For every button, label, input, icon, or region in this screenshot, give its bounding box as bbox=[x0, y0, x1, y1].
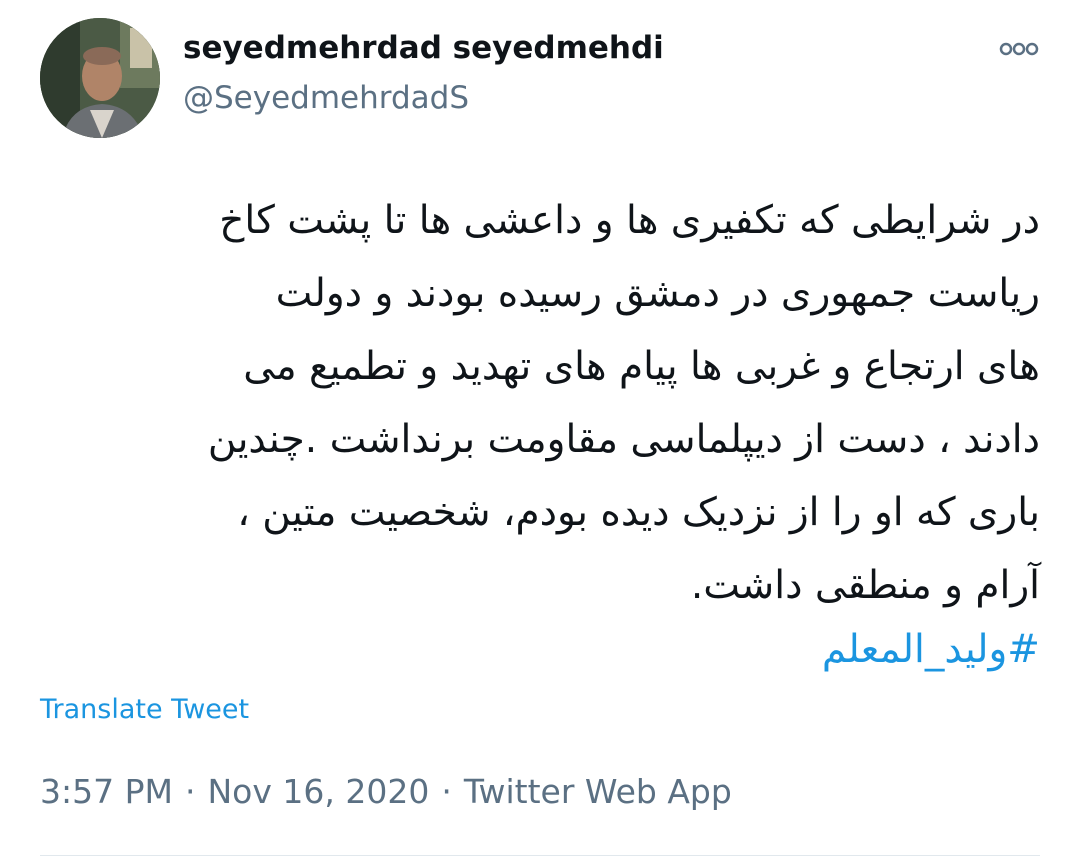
meta-separator: · bbox=[184, 772, 196, 811]
hashtag-link[interactable]: #ولید_المعلم bbox=[822, 620, 1040, 680]
profile-photo-icon bbox=[40, 18, 160, 138]
tweet-text-line: های ارتجاع و غربی ها پیام های تهدید و تط… bbox=[243, 344, 1040, 389]
author-handle[interactable]: @SeyedmehrdadS bbox=[183, 80, 469, 116]
meta-separator: · bbox=[441, 772, 452, 811]
tweet-text-line: دادند ، دست از دیپلماسی مقاومت برنداشت .… bbox=[207, 417, 1040, 462]
more-options-button[interactable] bbox=[994, 36, 1044, 62]
tweet-source-link[interactable]: Twitter Web App bbox=[464, 772, 732, 811]
divider bbox=[40, 855, 1040, 856]
tweet-text-line: ریاست جمهوری در دمشق رسیده بودند و دولت bbox=[275, 271, 1040, 316]
tweet-time[interactable]: 3:57 PM bbox=[40, 772, 173, 811]
tweet-metadata: 3:57 PM · Nov 16, 2020 · Twitter Web App bbox=[40, 772, 732, 811]
tweet-text: در شرایطی که تکفیری ها و داعشی ها تا پشت… bbox=[30, 184, 1040, 622]
tweet-text-line: باری که او را از نزدیک دیده بودم، شخصیت … bbox=[237, 490, 1040, 535]
tweet-text-line: آرام و منطقی داشت. bbox=[690, 563, 1040, 608]
tweet-text-line: در شرایطی که تکفیری ها و داعشی ها تا پشت… bbox=[219, 198, 1040, 243]
translate-tweet-link[interactable]: Translate Tweet bbox=[40, 694, 249, 725]
avatar[interactable] bbox=[40, 18, 160, 138]
tweet-date[interactable]: Nov 16, 2020 bbox=[207, 772, 429, 811]
more-options-icon bbox=[999, 42, 1039, 56]
author-display-name[interactable]: seyedmehrdad seyedmehdi bbox=[183, 30, 664, 66]
tweet-card: seyedmehrdad seyedmehdi @SeyedmehrdadS د… bbox=[0, 0, 1080, 864]
